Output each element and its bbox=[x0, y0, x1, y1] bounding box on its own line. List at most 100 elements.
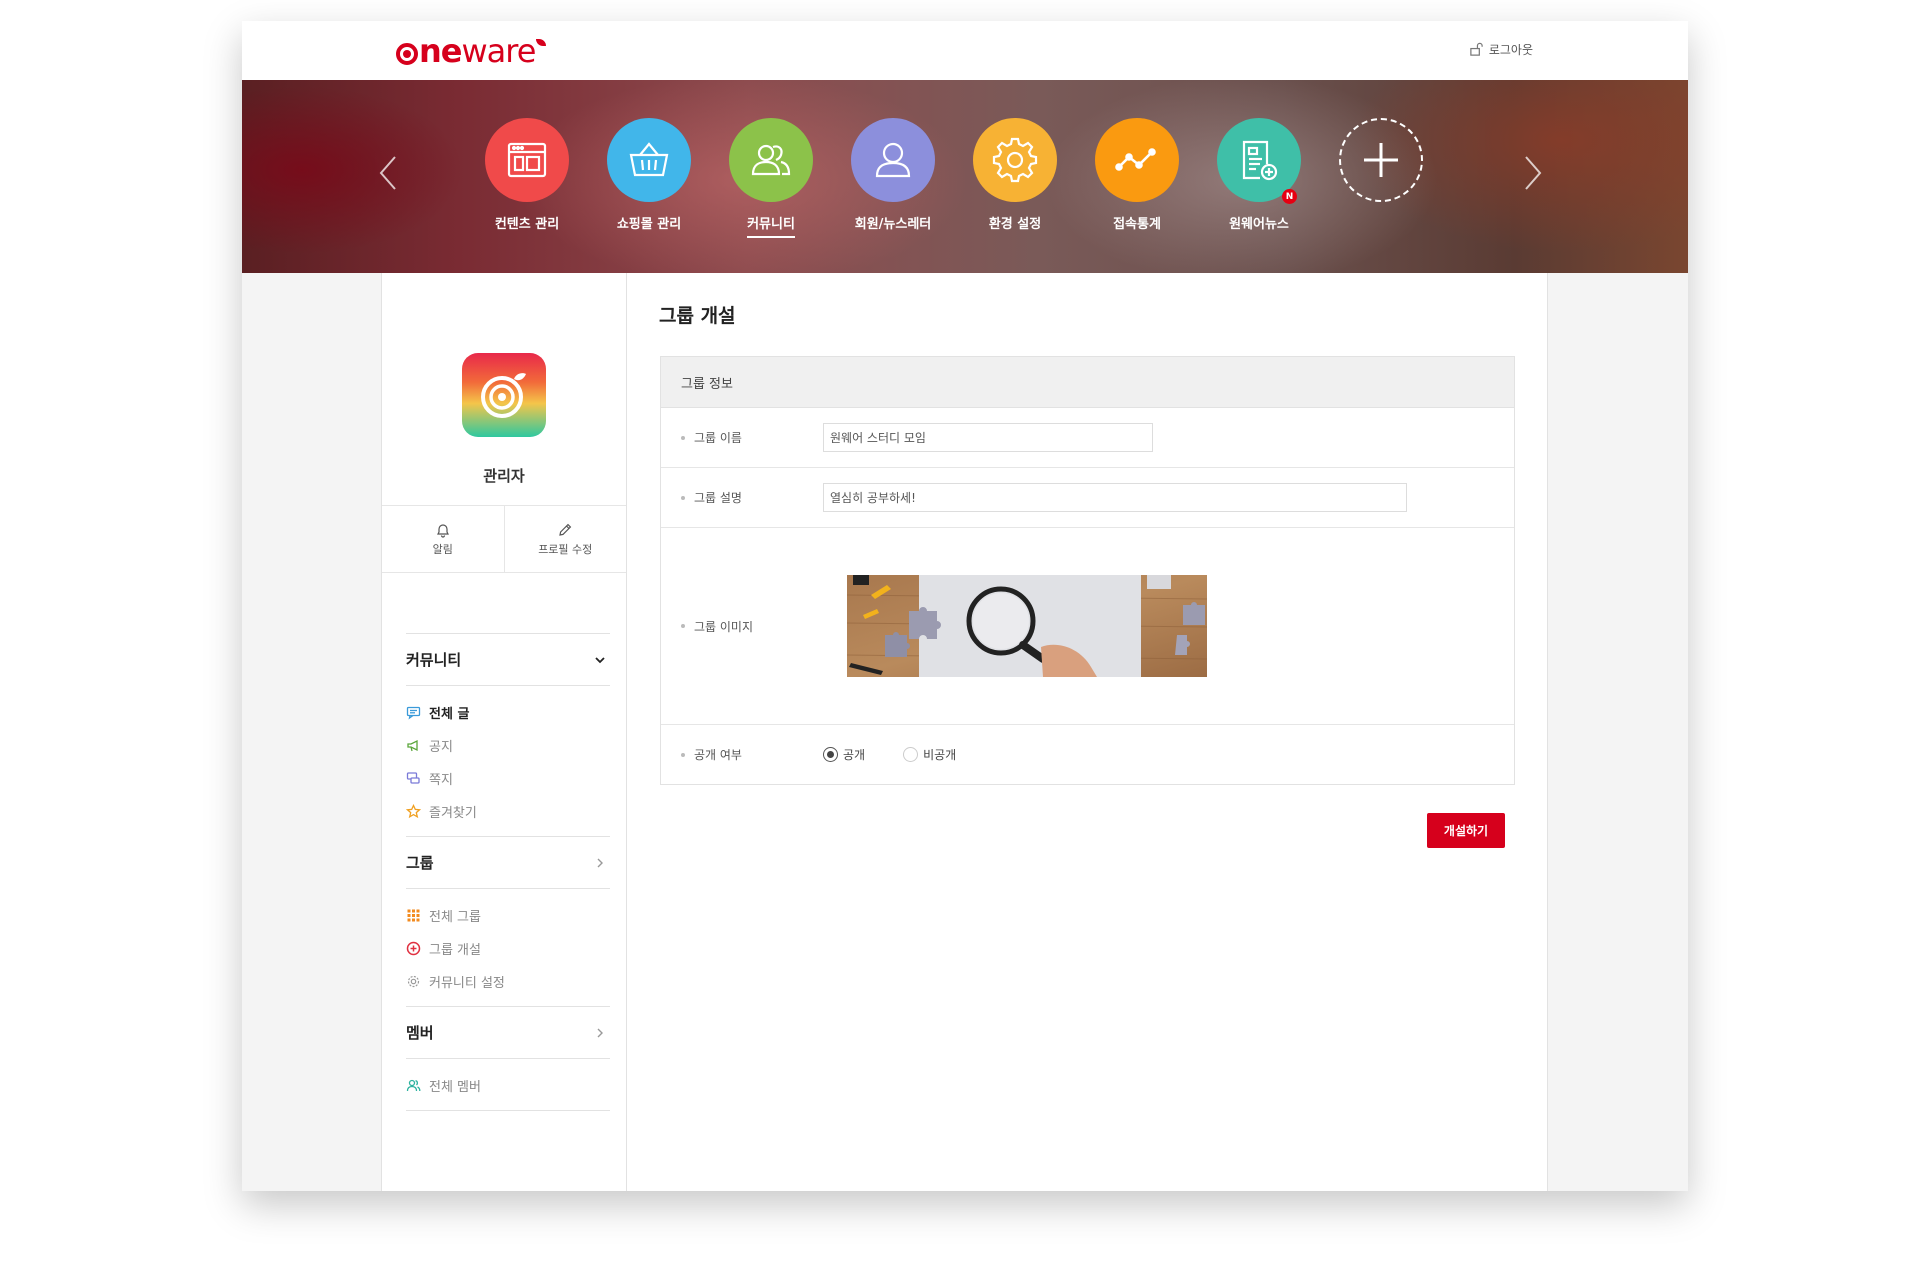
form-row-image: 그룹 이미지 bbox=[661, 528, 1514, 725]
sidebar-item-community-settings[interactable]: 커뮤니티 설정 bbox=[406, 965, 610, 998]
menu-item-contents[interactable]: 컨텐츠 관리 bbox=[466, 118, 588, 238]
sidebar-item-label: 공지 bbox=[429, 740, 453, 755]
gear-icon bbox=[407, 975, 420, 988]
menu-circle bbox=[607, 118, 691, 202]
nav-list: 전체 글 공지 쪽지 즐겨찾기 bbox=[406, 686, 610, 836]
nav-section-group: 그룹 전체 그룹 그룹 개설 커뮤니티 설정 bbox=[406, 836, 610, 1006]
main-content: 그룹 개설 그룹 정보 그룹 이름 그룹 설명 그룹 이미지 bbox=[627, 273, 1548, 1191]
group-name-input[interactable] bbox=[823, 423, 1153, 452]
menu-item-shop[interactable]: 쇼핑몰 관리 bbox=[588, 118, 710, 238]
sidebar: 관리자 알림 프로필 수정 커뮤니티 전체 글 공지 쪽지 즐겨찾기 그룹 전체… bbox=[381, 273, 627, 1191]
group-image-preview[interactable] bbox=[847, 575, 1207, 677]
menu-circle bbox=[1095, 118, 1179, 202]
user-icon bbox=[875, 142, 911, 178]
radio-button-unchecked[interactable] bbox=[903, 747, 919, 762]
sidebar-item-messages[interactable]: 쪽지 bbox=[406, 762, 610, 795]
group-image-label: 그룹 이미지 bbox=[694, 619, 754, 634]
radio-private[interactable]: 비공개 bbox=[903, 746, 956, 763]
main-menu-banner: 컨텐츠 관리 쇼핑몰 관리 커뮤니티 회원/뉴스레터 환경 설정 접속통계 N … bbox=[242, 80, 1688, 273]
plus-circle-icon bbox=[406, 941, 421, 956]
chevron-right-icon[interactable] bbox=[1523, 155, 1543, 191]
radio-button-checked[interactable] bbox=[823, 747, 838, 762]
gear-icon bbox=[992, 137, 1038, 183]
target-logo-icon bbox=[481, 373, 526, 418]
chevron-right-icon bbox=[597, 858, 603, 867]
plus-icon bbox=[1364, 143, 1398, 177]
visibility-label: 공개 여부 bbox=[694, 748, 742, 762]
menu-circle bbox=[1339, 118, 1423, 202]
notifications-label: 알림 bbox=[432, 542, 453, 556]
trend-line-icon bbox=[1115, 148, 1156, 171]
group-description-input[interactable] bbox=[823, 483, 1407, 512]
group-description-label: 그룹 설명 bbox=[694, 491, 742, 505]
radio-public[interactable]: 공개 bbox=[823, 746, 865, 763]
sidebar-item-all-members[interactable]: 전체 멤버 bbox=[406, 1069, 610, 1102]
menu-item-community[interactable]: 커뮤니티 bbox=[710, 118, 832, 238]
sidebar-item-all-groups[interactable]: 전체 그룹 bbox=[406, 899, 610, 932]
group-info-form: 그룹 정보 그룹 이름 그룹 설명 그룹 이미지 bbox=[660, 356, 1515, 785]
menu-circle: N bbox=[1217, 118, 1301, 204]
sidebar-item-notice[interactable]: 공지 bbox=[406, 729, 610, 762]
users-icon bbox=[751, 144, 791, 176]
page-title: 그룹 개설 bbox=[659, 305, 736, 327]
nav-section-header[interactable]: 멤버 bbox=[406, 1007, 610, 1059]
nav-section-header[interactable]: 그룹 bbox=[406, 837, 610, 889]
megaphone-icon bbox=[407, 739, 418, 752]
notifications-button[interactable]: 알림 bbox=[382, 506, 504, 572]
bullet bbox=[681, 624, 685, 628]
visibility-radio-group: 공개 비공개 bbox=[823, 746, 956, 763]
menu-item-news[interactable]: N 원웨어뉴스 bbox=[1198, 118, 1320, 238]
logo-leaf-mark bbox=[536, 38, 547, 46]
chevron-right-icon bbox=[597, 1028, 603, 1037]
edit-profile-label: 프로필 수정 bbox=[538, 542, 593, 556]
oneware-logo[interactable]: neware bbox=[396, 32, 547, 70]
nav-section-title: 그룹 bbox=[406, 854, 434, 872]
sidebar-item-label: 즐겨찾기 bbox=[429, 806, 477, 821]
nav-list: 전체 멤버 bbox=[406, 1059, 610, 1110]
radio-public-label: 공개 bbox=[843, 748, 866, 762]
message-icon bbox=[406, 772, 420, 784]
sidebar-item-create-group[interactable]: 그룹 개설 bbox=[406, 932, 610, 965]
logo-wordmark: neware bbox=[419, 32, 536, 70]
logout-button[interactable]: 로그아웃 bbox=[1469, 41, 1533, 58]
menu-label: 쇼핑몰 관리 bbox=[616, 217, 682, 232]
edit-profile-button[interactable]: 프로필 수정 bbox=[503, 506, 627, 572]
menu-circle bbox=[729, 118, 813, 202]
nav-section-member: 멤버 전체 멤버 bbox=[406, 1006, 610, 1110]
logo-o-mark bbox=[396, 43, 418, 65]
sidebar-item-favorites[interactable]: 즐겨찾기 bbox=[406, 795, 610, 828]
sidebar-item-all-posts[interactable]: 전체 글 bbox=[406, 696, 610, 729]
nav-section-community: 커뮤니티 전체 글 공지 쪽지 즐겨찾기 bbox=[406, 633, 610, 836]
main-menu: 컨텐츠 관리 쇼핑몰 관리 커뮤니티 회원/뉴스레터 환경 설정 접속통계 N … bbox=[466, 118, 1442, 238]
unlock-icon bbox=[1470, 42, 1483, 56]
form-row-name: 그룹 이름 bbox=[661, 408, 1514, 468]
chevron-left-icon[interactable] bbox=[378, 155, 398, 191]
form-row-description: 그룹 설명 bbox=[661, 468, 1514, 528]
menu-item-settings[interactable]: 환경 설정 bbox=[954, 118, 1076, 238]
field-label: 공개 여부 bbox=[661, 746, 823, 763]
nav-section-title: 커뮤니티 bbox=[406, 651, 462, 669]
magnifier-puzzle-image bbox=[847, 575, 1207, 677]
bullet bbox=[681, 495, 685, 500]
bullet bbox=[681, 752, 685, 757]
bell-icon bbox=[436, 523, 449, 538]
menu-label: 원웨어뉴스 bbox=[1229, 217, 1289, 232]
field-label: 그룹 이미지 bbox=[661, 618, 823, 635]
basket-icon bbox=[629, 142, 669, 177]
menu-circle bbox=[851, 118, 935, 202]
menu-label: 접속통계 bbox=[1113, 217, 1161, 232]
members-icon bbox=[406, 1079, 421, 1092]
news-add-icon bbox=[1242, 140, 1278, 181]
menu-label: 컨텐츠 관리 bbox=[494, 217, 560, 232]
nav-divider bbox=[406, 1110, 610, 1111]
nav-list: 전체 그룹 그룹 개설 커뮤니티 설정 bbox=[406, 889, 610, 1006]
menu-item-stats[interactable]: 접속통계 bbox=[1076, 118, 1198, 238]
create-group-button[interactable]: 개설하기 bbox=[1427, 813, 1505, 848]
nav-section-header[interactable]: 커뮤니티 bbox=[406, 634, 610, 686]
sidebar-item-label: 전체 글 bbox=[429, 707, 470, 722]
menu-item-add[interactable] bbox=[1320, 118, 1442, 238]
menu-item-members[interactable]: 회원/뉴스레터 bbox=[832, 118, 954, 238]
field-label: 그룹 설명 bbox=[661, 489, 823, 506]
profile-name: 관리자 bbox=[483, 467, 525, 485]
profile-actions: 알림 프로필 수정 bbox=[382, 505, 626, 573]
